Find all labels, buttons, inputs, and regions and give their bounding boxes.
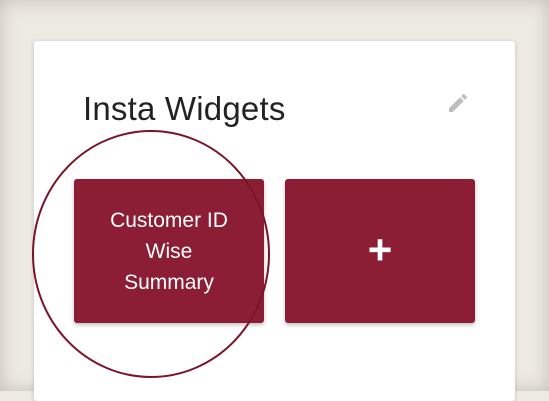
add-widget-button[interactable]: + [285, 179, 475, 323]
edit-button[interactable] [444, 91, 472, 119]
card-title: Insta Widgets [83, 90, 286, 127]
pencil-icon [446, 91, 470, 120]
customer-id-wise-summary-tile[interactable]: Customer ID Wise Summary [74, 179, 264, 323]
insta-widgets-card: Insta Widgets Customer ID Wise Summary + [34, 41, 515, 401]
tile-label: Customer ID Wise Summary [110, 208, 228, 294]
plus-icon: + [367, 226, 393, 273]
